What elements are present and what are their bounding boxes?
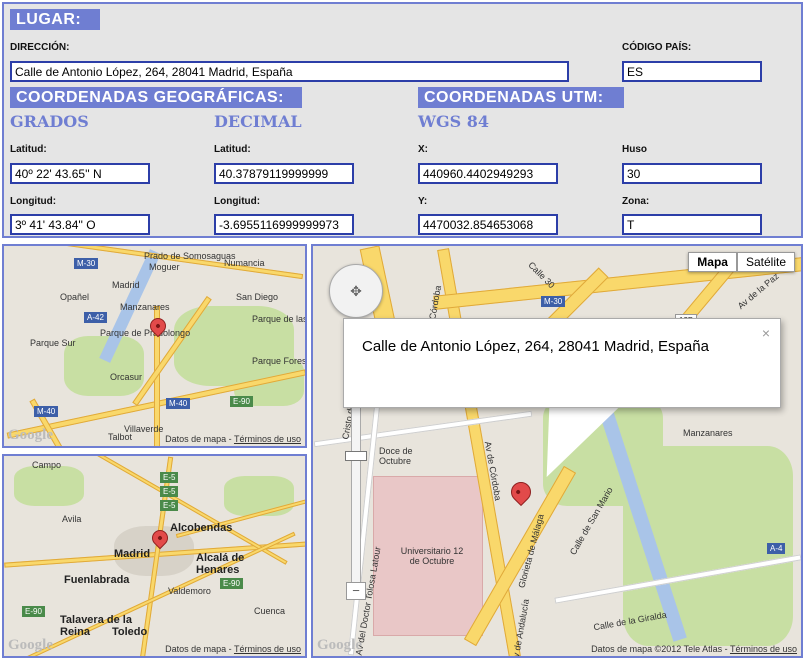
info-window-address: Calle de Antonio López, 264, 28041 Madri…	[362, 338, 709, 355]
decimal-title: DECIMAL	[214, 112, 302, 131]
utm-y-input[interactable]	[418, 214, 558, 235]
map-type-satellite-button[interactable]: Satélite	[736, 252, 795, 272]
map-label: Alcobendas	[170, 522, 233, 534]
latitud-decimal-label: Latitud:	[214, 144, 251, 155]
utm-x-input[interactable]	[418, 163, 558, 184]
map-label: Universitario 12 de Octubre	[400, 546, 464, 566]
longitud-grados-input[interactable]	[10, 214, 150, 235]
road-shield: E-90	[230, 396, 253, 407]
wgs84-title: WGS 84	[418, 112, 490, 131]
utm-coords-header: COORDENADAS UTM:	[418, 87, 624, 108]
map-detail[interactable]: Av de Córdoba Calle 30 Av de la Paz Manz…	[311, 244, 803, 658]
google-logo: Google	[8, 637, 53, 653]
road-shield: A-42	[84, 312, 107, 323]
road-shield: E-5	[160, 486, 179, 497]
road-shield: A-4	[767, 543, 786, 554]
map-type-map-button[interactable]: Mapa	[688, 252, 737, 272]
map-label: Parque de las Palomeras	[252, 314, 307, 324]
map-label: Avila	[62, 514, 82, 524]
geo-coords-header: COORDENADAS GEOGRÁFICAS:	[10, 87, 302, 108]
longitud-decimal-label: Longitud:	[214, 196, 261, 207]
road-shield: E-90	[220, 578, 243, 589]
map-label: Parque Forestal de Entrevías	[252, 356, 307, 366]
map-label: Fuenlabrada	[64, 574, 130, 586]
zoom-slider-thumb[interactable]	[345, 451, 367, 461]
map-label: Toledo	[112, 626, 148, 638]
map-label: Orcasur	[110, 372, 143, 382]
huso-input[interactable]	[622, 163, 762, 184]
map-label: Madrid	[112, 280, 140, 290]
lugar-header: LUGAR:	[10, 9, 100, 30]
road-shield: M-30	[541, 296, 566, 307]
map-label: Campo	[32, 460, 62, 470]
road-shield: M-40	[166, 398, 191, 409]
codigo-pais-input[interactable]	[622, 61, 762, 82]
map-label: Moguer	[149, 262, 180, 272]
zona-input[interactable]	[622, 214, 762, 235]
map-label: Numancia	[224, 258, 265, 268]
map-label: Opañel	[60, 292, 90, 302]
longitud-decimal-input[interactable]	[214, 214, 354, 235]
terms-link[interactable]: Términos de uso	[234, 434, 301, 444]
grados-title: GRADOS	[10, 112, 89, 131]
map-label: Parque de Pradolongo	[100, 328, 191, 338]
google-logo: Google	[8, 427, 53, 443]
latitud-grados-label: Latitud:	[10, 144, 47, 155]
map-label: San Diego	[236, 292, 279, 302]
map-zoomed-in[interactable]: Prado de Somosaguas Moguer Numancia Opañ…	[2, 244, 307, 448]
road-shield: E-90	[22, 606, 45, 617]
huso-label: Huso	[622, 144, 647, 155]
map-data-link[interactable]: Datos de mapa	[165, 644, 226, 654]
pan-control[interactable]: ✥	[329, 264, 383, 318]
map-label: Talbot	[108, 432, 133, 442]
info-window: Calle de Antonio López, 264, 28041 Madri…	[343, 318, 781, 408]
map-label: Alcalá de Henares	[196, 552, 245, 576]
latitud-decimal-input[interactable]	[214, 163, 354, 184]
utm-y-label: Y:	[418, 196, 428, 207]
zona-label: Zona:	[622, 196, 650, 207]
map-label: Manzanares	[683, 428, 733, 438]
map-label: Parque Sur	[30, 338, 76, 348]
map-label: Manzanares	[120, 302, 170, 312]
map-data-link[interactable]: Datos de mapa ©2012 Tele Atlas	[591, 644, 722, 654]
map-label: Valdemoro	[168, 586, 211, 596]
latitud-grados-input[interactable]	[10, 163, 150, 184]
road-shield: E-5	[160, 500, 179, 511]
road-shield: M-30	[74, 258, 99, 269]
pan-arrows-icon: ✥	[350, 282, 362, 299]
map-label: Doce de Octubre	[379, 446, 413, 466]
location-marker-icon[interactable]	[506, 477, 536, 507]
road-shield: M-40	[34, 406, 59, 417]
longitud-grados-label: Longitud:	[10, 196, 57, 207]
map-type-control: Mapa Satélite	[688, 252, 795, 272]
google-logo: Google	[317, 637, 362, 653]
utm-x-label: X:	[418, 144, 428, 155]
map-label: Prado de Somosaguas	[144, 251, 236, 261]
close-icon[interactable]: ×	[762, 325, 770, 341]
direccion-input[interactable]	[10, 61, 569, 82]
map-zoomed-out[interactable]: Campo Avila Alcobendas Madrid Alcalá de …	[2, 454, 307, 658]
map-label: Madrid	[114, 548, 151, 560]
location-panel: LUGAR: DIRECCIÓN: CÓDIGO PAÍS: COORDENAD…	[2, 2, 803, 238]
road-shield: E-5	[160, 472, 179, 483]
map-data-link[interactable]: Datos de mapa	[165, 434, 226, 444]
zoom-slider-track[interactable]	[351, 406, 361, 596]
terms-link[interactable]: Términos de uso	[234, 644, 301, 654]
map-label: Cuenca	[254, 606, 286, 616]
zoom-out-button[interactable]: −	[346, 582, 366, 600]
direccion-label: DIRECCIÓN:	[10, 42, 70, 53]
terms-link[interactable]: Términos de uso	[730, 644, 797, 654]
codigo-pais-label: CÓDIGO PAÍS:	[622, 42, 692, 53]
